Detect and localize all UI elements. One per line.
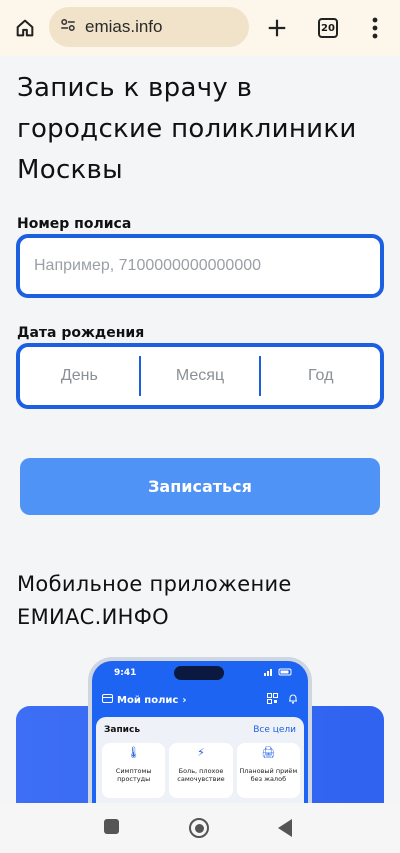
address-bar[interactable]: emias.info (49, 7, 249, 47)
tab-switcher-button[interactable]: 20 (313, 13, 343, 43)
app-section-title: Мобильное приложение ЕМИАС.ИНФО (17, 572, 292, 629)
phone-nav-title: Мой полис (117, 694, 179, 706)
bell-icon (288, 693, 298, 707)
booking-title: Запись (104, 725, 141, 735)
home-icon[interactable] (10, 13, 40, 43)
new-tab-icon[interactable] (262, 13, 292, 43)
card-icon (102, 694, 113, 706)
dob-year-input[interactable]: Год (261, 367, 380, 385)
policy-input-wrapper[interactable] (16, 234, 384, 298)
tile-label: Боль, плохое самочувствие (177, 767, 225, 783)
tile-planned: 🖨 Плановый приём без жалоб (236, 743, 300, 798)
browser-toolbar: emias.info 20 (0, 0, 400, 56)
dob-day-input[interactable]: День (20, 367, 139, 385)
phone-time: 9:41 (114, 668, 137, 678)
site-settings-icon[interactable] (59, 16, 77, 39)
submit-button[interactable]: Записаться (20, 458, 380, 515)
all-goals-link: Все цели (253, 725, 296, 735)
more-menu-icon[interactable] (362, 13, 388, 43)
printer-icon: 🖨 (261, 746, 276, 759)
recents-icon[interactable] (104, 819, 119, 834)
chevron-right-icon: › (182, 694, 187, 706)
policy-label: Номер полиса (17, 216, 132, 232)
dob-label: Дата рождения (17, 325, 145, 341)
qr-icon (267, 693, 278, 707)
thermometer-icon: 🌡 (126, 746, 141, 759)
back-icon[interactable] (278, 819, 292, 837)
home-nav-icon[interactable] (189, 818, 209, 838)
dob-month-input[interactable]: Месяц (141, 367, 260, 385)
phone-mockup: 9:41 Мой полис › Запись Все цели 🌡 Симпт… (88, 657, 312, 827)
tile-label: Плановый приём без жалоб (239, 767, 298, 783)
url-text: emias.info (85, 17, 163, 36)
policy-input[interactable] (34, 257, 380, 275)
lightning-icon: ⚡ (197, 746, 205, 759)
tile-label: Симптомы простуды (115, 767, 152, 783)
tile-pain: ⚡ Боль, плохое самочувствие (169, 743, 233, 798)
page-title: Запись к врачу в городские поликлиники М… (17, 73, 357, 185)
tile-cold: 🌡 Симптомы простуды (102, 743, 166, 798)
phone-nav: Мой полис › (92, 689, 308, 711)
tab-count: 20 (318, 18, 338, 38)
dob-field: День Месяц Год (16, 343, 384, 409)
signal-icon (264, 668, 294, 679)
phone-status-bar: 9:41 (92, 661, 308, 685)
system-nav-bar (0, 803, 400, 853)
